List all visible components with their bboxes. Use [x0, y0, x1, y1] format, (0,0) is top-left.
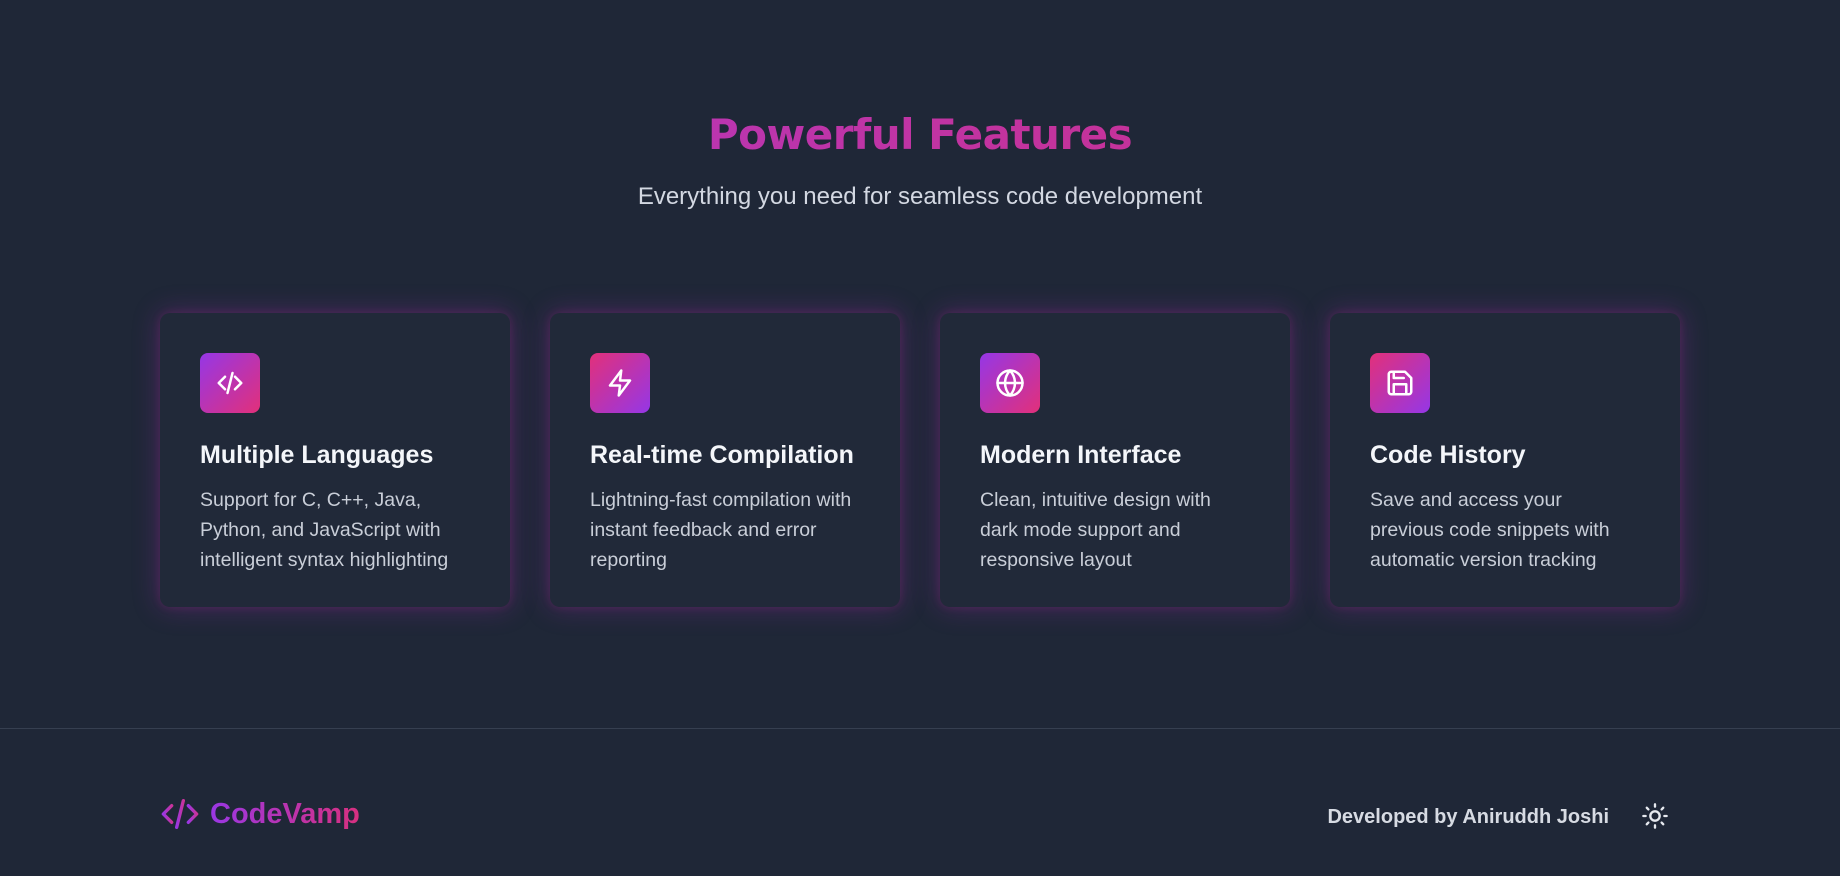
feature-card-multiple-languages: Multiple Languages Support for C, C++, J…: [160, 313, 510, 607]
code-icon: [161, 799, 199, 829]
page: Powerful Features Everything you need fo…: [0, 0, 1840, 876]
theme-toggle-button[interactable]: [1640, 801, 1670, 831]
feature-cards: Multiple Languages Support for C, C++, J…: [160, 313, 1680, 607]
section-title: Powerful Features: [0, 107, 1840, 163]
code-icon: [217, 371, 243, 395]
sun-icon: [1642, 803, 1668, 829]
footer: CodeVamp Developed by Aniruddh Joshi: [0, 728, 1840, 876]
feature-description: Support for C, C++, Java, Python, and Ja…: [200, 489, 449, 571]
feature-title: Code History: [1370, 441, 1526, 469]
brand-logo[interactable]: CodeVamp: [160, 796, 360, 832]
feature-title: Modern Interface: [980, 441, 1182, 469]
feature-card-code-history: Code History Save and access your previo…: [1330, 313, 1680, 607]
section-subtitle: Everything you need for seamless code de…: [637, 183, 1203, 210]
feature-icon-box: [1370, 353, 1430, 413]
lightning-icon: [608, 369, 632, 397]
features-section: Powerful Features Everything you need fo…: [0, 0, 1840, 728]
feature-icon-box: [590, 353, 650, 413]
feature-title: Real-time Compilation: [590, 441, 854, 469]
feature-icon-box: [980, 353, 1040, 413]
brand-name: CodeVamp: [210, 798, 360, 830]
feature-icon-box: [200, 353, 260, 413]
feature-card-modern-interface: Modern Interface Clean, intuitive design…: [940, 313, 1290, 607]
feature-description: Save and access your previous code snipp…: [1370, 489, 1610, 571]
globe-icon: [996, 369, 1024, 397]
feature-title: Multiple Languages: [200, 441, 434, 469]
feature-description: Clean, intuitive design with dark mode s…: [980, 489, 1211, 571]
feature-card-real-time-compilation: Real-time Compilation Lightning-fast com…: [550, 313, 900, 607]
save-icon: [1387, 370, 1413, 396]
feature-description: Lightning-fast compilation with instant …: [590, 489, 852, 571]
developer-credit: Developed by Aniruddh Joshi: [1327, 806, 1609, 828]
